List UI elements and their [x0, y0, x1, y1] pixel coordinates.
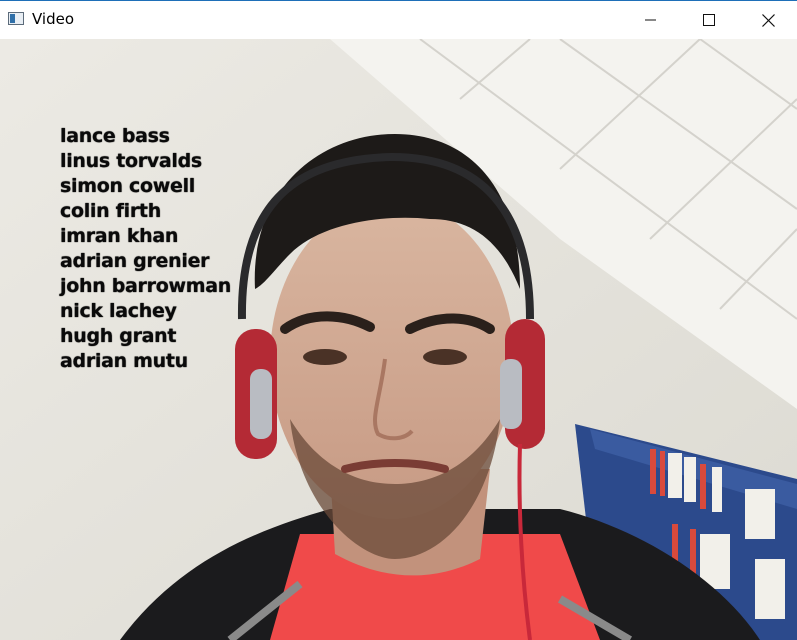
recognized-name: imran khan [60, 225, 179, 247]
video-feed: lance bass linus torvalds simon cowell c… [0, 39, 797, 640]
minimize-icon [645, 19, 656, 21]
recognized-names-overlay: lance bass linus torvalds simon cowell c… [60, 124, 231, 374]
window-title: Video [32, 10, 75, 28]
maximize-button[interactable] [680, 1, 738, 39]
app-window-icon [8, 12, 24, 25]
minimize-button[interactable] [622, 1, 680, 39]
maximize-icon [703, 14, 715, 26]
recognized-name: john barrowman [60, 275, 231, 297]
recognized-name: colin firth [60, 200, 161, 222]
recognized-name: adrian mutu [60, 350, 188, 372]
close-button[interactable] [739, 1, 797, 39]
recognized-name: hugh grant [60, 325, 177, 347]
app-window: Video lance bass linus torvalds simon co… [0, 0, 797, 640]
recognized-name: nick lachey [60, 300, 177, 322]
title-bar[interactable]: Video [0, 1, 797, 39]
recognized-name: linus torvalds [60, 150, 202, 172]
recognized-name: adrian grenier [60, 250, 210, 272]
recognized-name: simon cowell [60, 175, 195, 197]
recognized-name: lance bass [60, 125, 170, 147]
close-icon [761, 13, 775, 27]
